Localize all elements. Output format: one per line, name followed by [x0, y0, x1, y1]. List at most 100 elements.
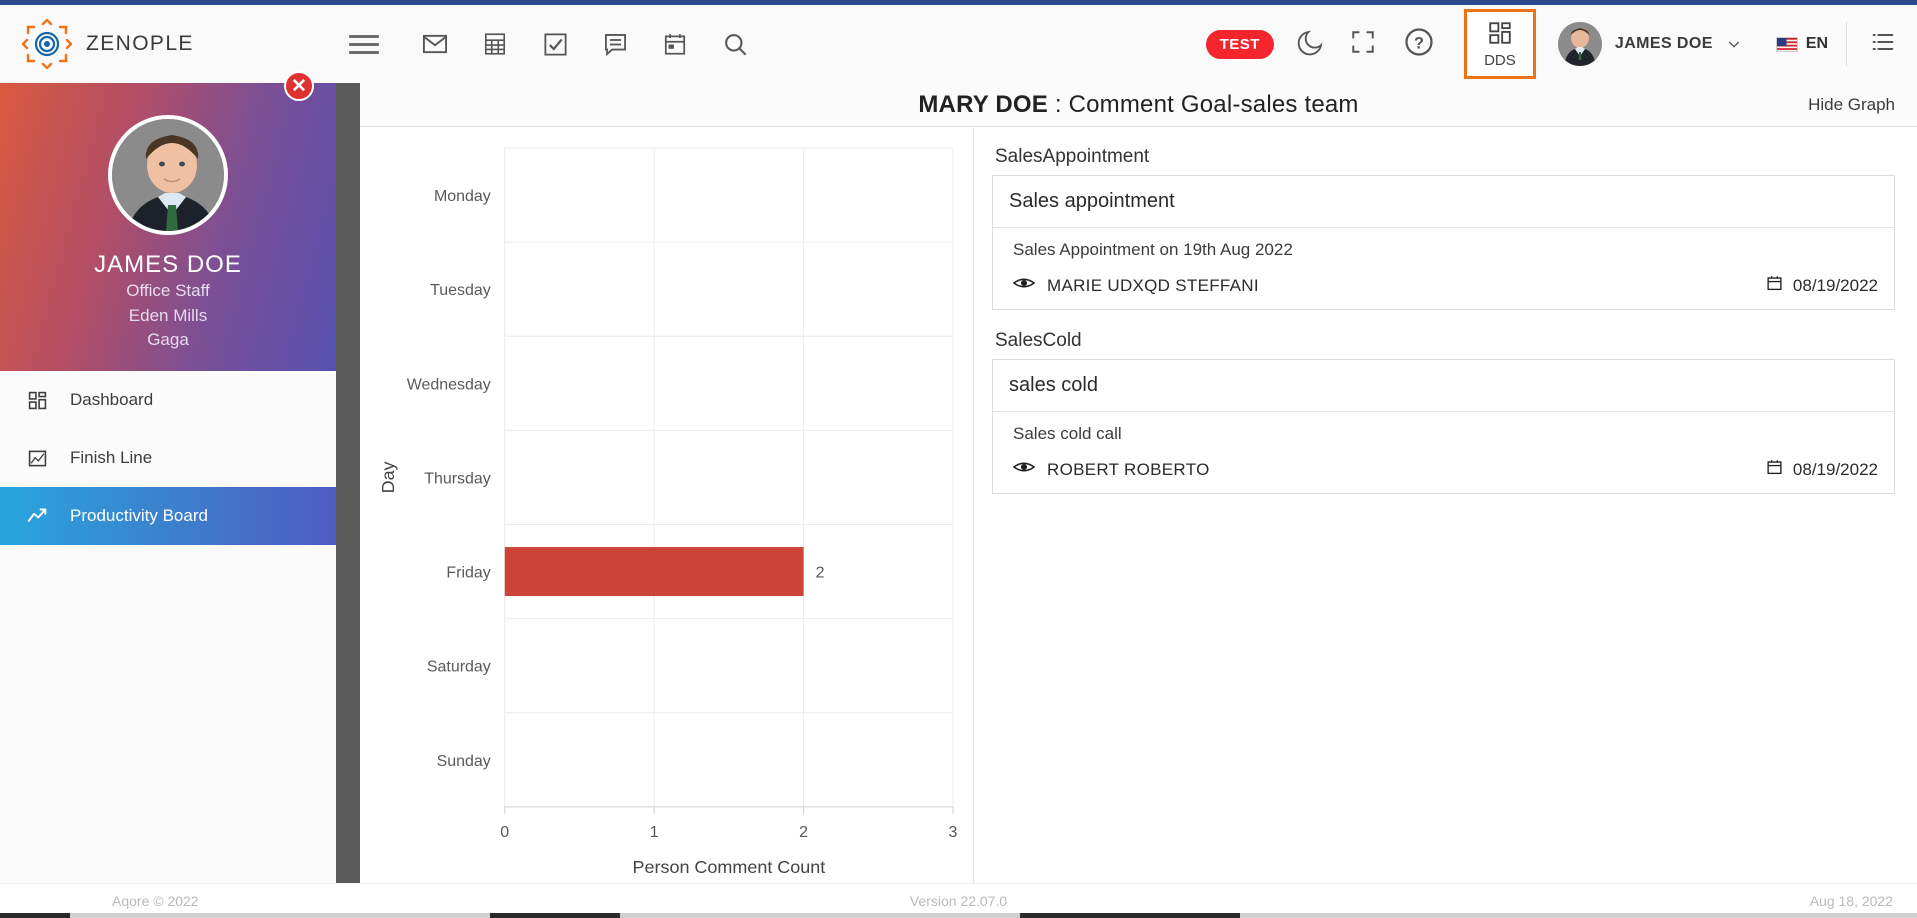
overlay-dim-strip — [336, 83, 360, 918]
calendar-icon[interactable] — [658, 27, 692, 61]
us-flag-icon — [1775, 36, 1798, 52]
search-icon[interactable] — [718, 27, 752, 61]
svg-text:Friday: Friday — [446, 565, 490, 582]
comment-icon[interactable] — [598, 27, 632, 61]
sidebar-item-finish-line[interactable]: Finish Line — [0, 429, 336, 487]
sidebar-item-dashboard[interactable]: Dashboard — [0, 371, 336, 429]
footer-copyright: Aqore © 2022 — [112, 893, 199, 909]
application-root: ZENOPLE TEST ? DDS JAMES DOE EN JAMES DO… — [0, 0, 1917, 918]
svg-text:Sunday: Sunday — [437, 753, 491, 770]
calendar-icon — [1766, 458, 1783, 481]
table-row[interactable]: Sales cold call ROBERT ROBERTO 08/19/202… — [993, 412, 1894, 493]
sidebar-item-label: Dashboard — [70, 390, 154, 409]
row-bottom: ROBERT ROBERTO 08/19/2022 — [1012, 458, 1878, 481]
modal-title-separator: : — [1047, 90, 1069, 118]
svg-text:Day: Day — [378, 461, 398, 493]
sidebar: JAMES DOE Office Staff Eden Mills Gaga D… — [0, 83, 336, 918]
svg-text:Saturday: Saturday — [427, 659, 491, 676]
footer-date: Aug 18, 2022 — [1809, 893, 1893, 909]
sidebar-item-label: Finish Line — [70, 448, 153, 467]
svg-text:1: 1 — [650, 824, 659, 841]
chevron-down-icon — [1728, 41, 1739, 48]
calendar-icon — [1766, 274, 1783, 297]
svg-text:Wednesday: Wednesday — [407, 376, 491, 393]
eye-icon — [1012, 275, 1036, 296]
profile-department: Gaga — [147, 330, 189, 350]
language-label: EN — [1805, 35, 1828, 52]
os-taskbar — [0, 913, 1917, 918]
dds-button[interactable]: DDS — [1463, 9, 1536, 79]
question-circle-icon[interactable]: ? — [1404, 27, 1434, 62]
expand-icon[interactable] — [1350, 29, 1376, 60]
modal-body: Monday Tuesday Wednesday Thursday Friday 2 Sat… — [360, 128, 1917, 883]
date-cell: 08/19/2022 — [1766, 274, 1878, 297]
modal-title-rest: Comment Goal-sales team — [1068, 90, 1359, 118]
person-cell[interactable]: ROBERT ROBERTO — [1012, 459, 1210, 480]
footer-version: Version 22.07.0 — [909, 893, 1008, 909]
modal-title-person: MARY DOE — [918, 90, 1048, 118]
svg-text:Monday: Monday — [434, 188, 491, 205]
calculator-icon[interactable] — [478, 27, 512, 61]
svg-text:3: 3 — [949, 824, 958, 841]
sidebar-item-label: Productivity Board — [70, 506, 208, 525]
language-selector[interactable]: EN — [1758, 35, 1846, 53]
svg-text:2: 2 — [816, 565, 825, 582]
trend-up-icon — [26, 506, 48, 527]
dds-label: DDS — [1484, 51, 1516, 69]
row-title: Sales cold call — [1013, 424, 1122, 443]
modal-title: MARY DOE : Comment Goal-sales team — [918, 91, 1358, 119]
brand-area[interactable]: ZENOPLE — [0, 5, 336, 83]
user-menu[interactable]: JAMES DOE — [1536, 22, 1758, 66]
svg-text:Tuesday: Tuesday — [430, 282, 491, 299]
header-tools — [392, 27, 752, 61]
list-icon[interactable] — [1847, 28, 1917, 61]
close-circle-icon[interactable]: ✕ — [284, 71, 314, 101]
comment-goal-modal: ✕ MARY DOE : Comment Goal-sales team Hid… — [284, 71, 1917, 883]
modal-header: ✕ MARY DOE : Comment Goal-sales team Hid… — [284, 71, 1917, 127]
svg-text:2: 2 — [799, 824, 808, 841]
profile-branch: Eden Mills — [128, 305, 208, 325]
header-right-area: TEST ? DDS JAMES DOE EN — [1205, 5, 1917, 83]
svg-text:0: 0 — [500, 824, 509, 841]
grid-icon — [1489, 21, 1511, 44]
target-logo-icon — [22, 19, 72, 69]
envelope-icon[interactable] — [418, 27, 452, 61]
date-value: 08/19/2022 — [1792, 275, 1878, 295]
checkbox-icon[interactable] — [538, 27, 572, 61]
row-bottom: MARIE UDXQD STEFFANI 08/19/2022 — [1012, 274, 1878, 297]
detail-card: Sales appointment Sales Appointment on 1… — [992, 175, 1895, 310]
card-head: Sales appointment — [993, 176, 1894, 228]
profile-role: Office Staff — [126, 281, 210, 300]
hamburger-icon[interactable] — [336, 34, 392, 54]
test-badge: TEST — [1205, 29, 1274, 59]
moon-icon[interactable] — [1296, 27, 1326, 62]
group-title: SalesCold — [995, 330, 1082, 351]
svg-text:?: ? — [1414, 34, 1424, 52]
grid-icon — [26, 391, 48, 410]
avatar — [1557, 22, 1602, 66]
group-title: SalesAppointment — [995, 146, 1150, 167]
eye-icon — [1012, 459, 1036, 480]
sidebar-profile: JAMES DOE Office Staff Eden Mills Gaga — [0, 83, 336, 371]
card-head: sales cold — [993, 360, 1894, 412]
chart-svg: Monday Tuesday Wednesday Thursday Friday 2 Sat… — [378, 147, 958, 877]
person-name: MARIE UDXQD STEFFANI — [1047, 275, 1259, 295]
svg-text:Person Comment Count: Person Comment Count — [633, 857, 826, 877]
sidebar-menu: Dashboard Finish Line Productivity Board — [0, 371, 336, 545]
hide-graph-button[interactable]: Hide Graph — [1808, 95, 1895, 115]
table-row[interactable]: Sales Appointment on 19th Aug 2022 MARIE… — [993, 228, 1894, 309]
user-name-label: JAMES DOE — [1614, 35, 1713, 52]
person-name: ROBERT ROBERTO — [1047, 459, 1210, 479]
comment-count-chart: Monday Tuesday Wednesday Thursday Friday 2 Sat… — [360, 128, 974, 883]
chart-image-icon — [26, 449, 48, 468]
row-title: Sales Appointment on 19th Aug 2022 — [1013, 240, 1293, 259]
date-value: 08/19/2022 — [1792, 459, 1878, 479]
sidebar-item-productivity-board[interactable]: Productivity Board — [0, 487, 336, 545]
detail-group: SalesAppointment Sales appointment Sales… — [992, 146, 1895, 310]
detail-pane: SalesAppointment Sales appointment Sales… — [974, 128, 1917, 883]
profile-name: JAMES DOE — [94, 251, 242, 278]
svg-text:Thursday: Thursday — [424, 470, 491, 487]
profile-avatar[interactable] — [108, 115, 228, 235]
date-cell: 08/19/2022 — [1766, 458, 1878, 481]
person-cell[interactable]: MARIE UDXQD STEFFANI — [1012, 275, 1259, 296]
